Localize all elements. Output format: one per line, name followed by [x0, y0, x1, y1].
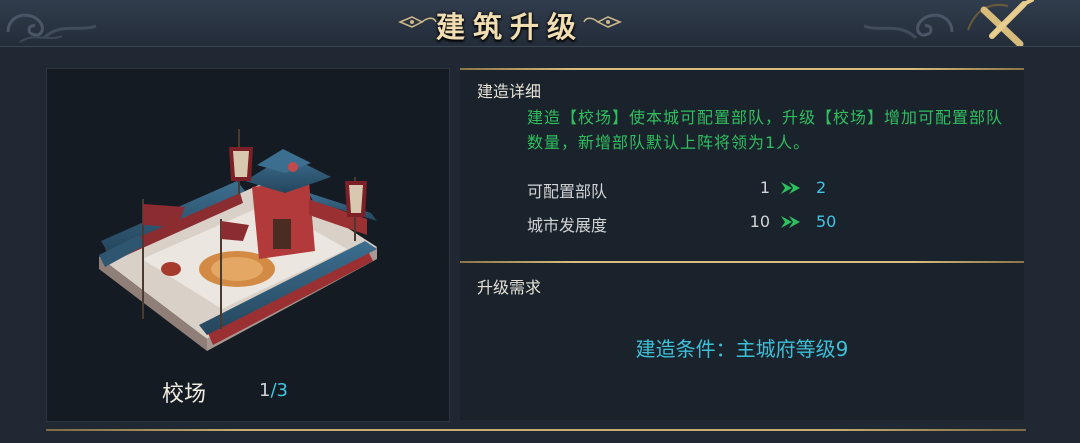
building-count-current: 1	[259, 380, 271, 401]
title-ornament-right-icon	[583, 16, 622, 28]
building-illustration	[99, 129, 377, 351]
cloud-ornament-right-icon	[863, 13, 954, 40]
title-area: 建筑升级	[350, 0, 670, 46]
building-details-panel: 建造详细 建造【校场】使本城可配置部队，升级【校场】增加可配置部队数量，新增部队…	[460, 68, 1024, 420]
details-divider-top	[460, 68, 1024, 70]
arrow-right-icon	[781, 216, 800, 228]
stat-label: 可配置部队	[527, 182, 608, 201]
page-title: 建筑升级	[435, 10, 584, 44]
building-count-max: 3	[276, 380, 288, 401]
stat-current-value: 1	[759, 178, 770, 197]
building-name: 校场	[162, 382, 207, 407]
details-description: 建造【校场】使本城可配置部队，升级【校场】增加可配置部队数量，新增部队默认上阵将…	[527, 108, 1004, 152]
cloud-ornament-left-icon	[6, 13, 97, 43]
building-count: 1/3	[259, 380, 288, 401]
upgrade-condition: 建造条件：主城府等级9	[635, 337, 849, 361]
stat-label: 城市发展度	[527, 216, 608, 235]
details-section-title: 建造详细	[477, 82, 542, 101]
header-bar: 建筑升级	[0, 0, 1080, 48]
building-preview-panel: 校场 1/3	[46, 68, 450, 422]
bottom-divider	[46, 429, 1026, 431]
requirements-divider	[460, 261, 1024, 263]
stat-next-value: 2	[816, 178, 827, 197]
arrow-right-icon	[781, 182, 800, 194]
stat-next-value: 50	[816, 212, 837, 231]
close-button[interactable]	[962, 0, 1042, 48]
stat-current-value: 10	[749, 212, 770, 231]
requirements-section-title: 升级需求	[477, 278, 542, 297]
close-icon	[967, 0, 1034, 48]
